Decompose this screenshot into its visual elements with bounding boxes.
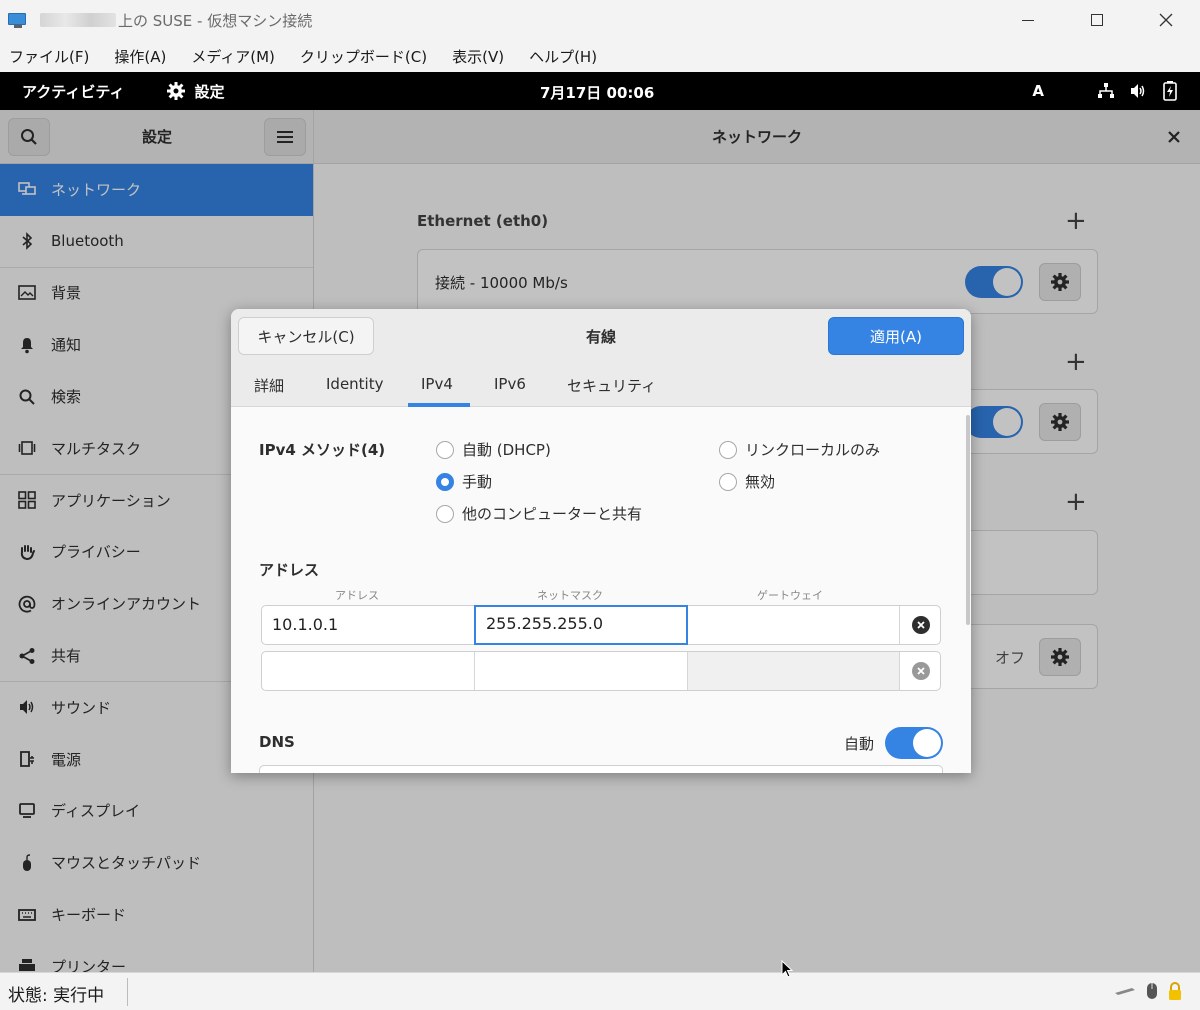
gateway-input[interactable] bbox=[688, 606, 900, 644]
address-input[interactable] bbox=[262, 652, 475, 690]
host-status-bar: 状態: 実行中 bbox=[0, 972, 1200, 1010]
radio-dot-checked bbox=[436, 472, 454, 491]
column-header-gateway: ゲートウェイ bbox=[757, 589, 823, 602]
radio-disabled-label: 無効 bbox=[745, 473, 776, 491]
minimize-icon bbox=[1021, 19, 1034, 21]
maximize-button[interactable] bbox=[1062, 0, 1131, 40]
clock[interactable]: 7月17日 00:06 bbox=[540, 82, 654, 103]
address-input[interactable]: 10.1.0.1 bbox=[262, 606, 475, 644]
activities-button[interactable]: アクティビティ bbox=[22, 81, 124, 102]
dns-auto-toggle[interactable] bbox=[885, 727, 943, 759]
gear-icon bbox=[167, 82, 186, 100]
app-menu[interactable]: 設定 bbox=[166, 81, 224, 102]
status-separator bbox=[127, 978, 128, 1006]
radio-manual-label: 手動 bbox=[462, 473, 493, 491]
mouse-icon bbox=[1146, 981, 1158, 1001]
radio-shared-label: 他のコンピューターと共有 bbox=[462, 505, 643, 523]
delete-address-button[interactable] bbox=[912, 616, 930, 634]
tab-ipv6[interactable]: IPv6 bbox=[494, 375, 526, 393]
menu-file[interactable]: ファイル(F) bbox=[9, 46, 89, 67]
gateway-input[interactable] bbox=[688, 652, 900, 690]
app-name: 設定 bbox=[194, 82, 225, 101]
netmask-input[interactable] bbox=[474, 652, 688, 690]
delete-icon bbox=[917, 621, 925, 629]
menu-action[interactable]: 操作(A) bbox=[114, 46, 166, 67]
menu-view[interactable]: 表示(V) bbox=[452, 46, 504, 67]
radio-shared[interactable]: 他のコンピューターと共有 bbox=[436, 503, 642, 524]
redacted-host-name bbox=[40, 13, 116, 27]
tab-security[interactable]: セキュリティ bbox=[567, 375, 656, 396]
menu-clipboard[interactable]: クリップボード(C) bbox=[300, 46, 427, 67]
apply-button[interactable]: 適用(A) bbox=[828, 317, 964, 355]
keyboard-icon bbox=[1114, 986, 1136, 996]
minimize-button[interactable] bbox=[993, 0, 1062, 40]
radio-dot bbox=[436, 504, 454, 523]
radio-manual[interactable]: 手動 bbox=[436, 471, 492, 492]
radio-dhcp[interactable]: 自動 (DHCP) bbox=[436, 439, 551, 460]
dialog-scrollbar[interactable] bbox=[966, 415, 970, 625]
address-row: 10.1.0.1 255.255.255.0 bbox=[261, 605, 941, 645]
menu-media[interactable]: メディア(M) bbox=[191, 46, 275, 67]
radio-dhcp-label: 自動 (DHCP) bbox=[462, 441, 551, 459]
maximize-icon bbox=[1090, 14, 1103, 26]
tab-ipv4[interactable]: IPv4 bbox=[421, 375, 453, 393]
column-header-netmask: ネットマスク bbox=[537, 589, 603, 602]
vm-connect-icon bbox=[8, 11, 30, 29]
radio-link-local-label: リンクローカルのみ bbox=[745, 441, 881, 459]
wired-network-icon bbox=[1096, 81, 1116, 101]
lock-icon bbox=[1168, 981, 1182, 1001]
dns-servers-input[interactable] bbox=[259, 765, 943, 773]
delete-icon bbox=[917, 667, 925, 675]
close-icon bbox=[1159, 13, 1172, 27]
column-header-address: アドレス bbox=[335, 589, 379, 602]
dns-section-title: DNS bbox=[259, 733, 295, 751]
ipv4-method-label: IPv4 メソッド(4) bbox=[259, 441, 386, 459]
ipv4-page: IPv4 メソッド(4) 自動 (DHCP) リンクローカルのみ 手動 無効 他… bbox=[231, 407, 971, 773]
radio-link-local[interactable]: リンクローカルのみ bbox=[719, 439, 880, 460]
close-window-button[interactable] bbox=[1131, 0, 1200, 40]
system-tray[interactable]: A bbox=[1032, 72, 1180, 110]
netmask-input[interactable]: 255.255.255.0 bbox=[474, 605, 688, 645]
tab-identity[interactable]: Identity bbox=[326, 375, 384, 393]
vm-status: 状態: 実行中 bbox=[8, 986, 105, 1006]
menu-help[interactable]: ヘルプ(H) bbox=[529, 46, 597, 67]
host-menu-bar: ファイル(F) 操作(A) メディア(M) クリップボード(C) 表示(V) ヘ… bbox=[0, 40, 1200, 72]
dialog-header: キャンセル(C) 有線 適用(A) bbox=[231, 309, 971, 363]
radio-dot bbox=[436, 440, 454, 459]
address-row bbox=[261, 651, 941, 691]
radio-disabled[interactable]: 無効 bbox=[719, 471, 775, 492]
input-method-indicator[interactable]: A bbox=[1032, 82, 1044, 100]
tab-details[interactable]: 詳細 bbox=[254, 375, 284, 396]
host-title-bar: 上の SUSE - 仮想マシン接続 bbox=[0, 0, 1200, 40]
host-window-title: 上の SUSE - 仮想マシン接続 bbox=[118, 11, 313, 30]
delete-address-button[interactable] bbox=[912, 662, 930, 680]
dialog-tabs: 詳細 Identity IPv4 IPv6 セキュリティ bbox=[231, 363, 971, 407]
wired-connection-dialog: キャンセル(C) 有線 適用(A) 詳細 Identity IPv4 IPv6 … bbox=[231, 309, 971, 773]
mouse-cursor-icon bbox=[781, 960, 793, 978]
gnome-top-bar: アクティビティ 設定 7月17日 00:06 A bbox=[0, 72, 1200, 110]
address-section-title: アドレス bbox=[259, 561, 320, 579]
radio-dot bbox=[719, 440, 737, 459]
radio-dot bbox=[719, 472, 737, 491]
dns-auto-label: 自動 bbox=[844, 735, 875, 753]
battery-icon bbox=[1160, 81, 1180, 101]
volume-icon bbox=[1128, 81, 1148, 101]
